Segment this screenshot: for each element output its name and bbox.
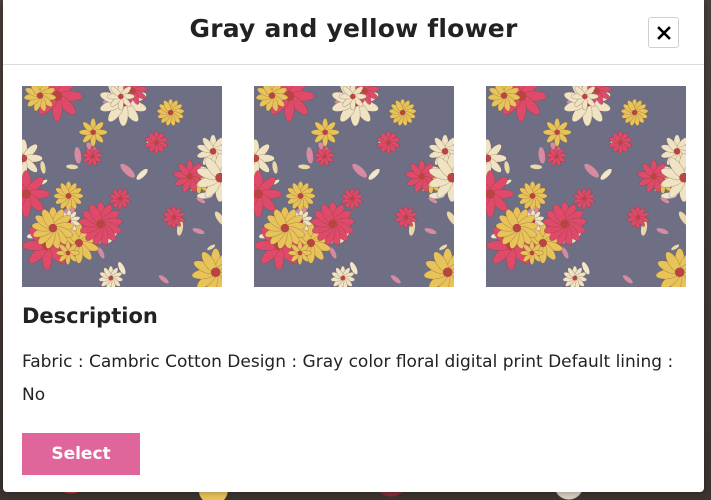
select-button[interactable]: Select [22,433,140,475]
floral-pattern [22,86,222,287]
fabric-swatch-3[interactable] [486,86,686,287]
description-text: Fabric : Cambric Cotton Design : Gray co… [22,352,674,405]
description-heading: Description [22,304,158,328]
close-icon [656,25,671,40]
close-button[interactable] [648,17,679,48]
product-modal: Gray and yellow flower Description Fabri… [3,0,704,492]
floral-pattern [254,86,454,287]
fabric-gallery [22,86,686,287]
fabric-swatch-1[interactable] [22,86,222,287]
modal-title: Gray and yellow flower [189,14,518,43]
fabric-swatch-2[interactable] [254,86,454,287]
modal-header: Gray and yellow flower [3,0,704,65]
floral-pattern [486,86,686,287]
